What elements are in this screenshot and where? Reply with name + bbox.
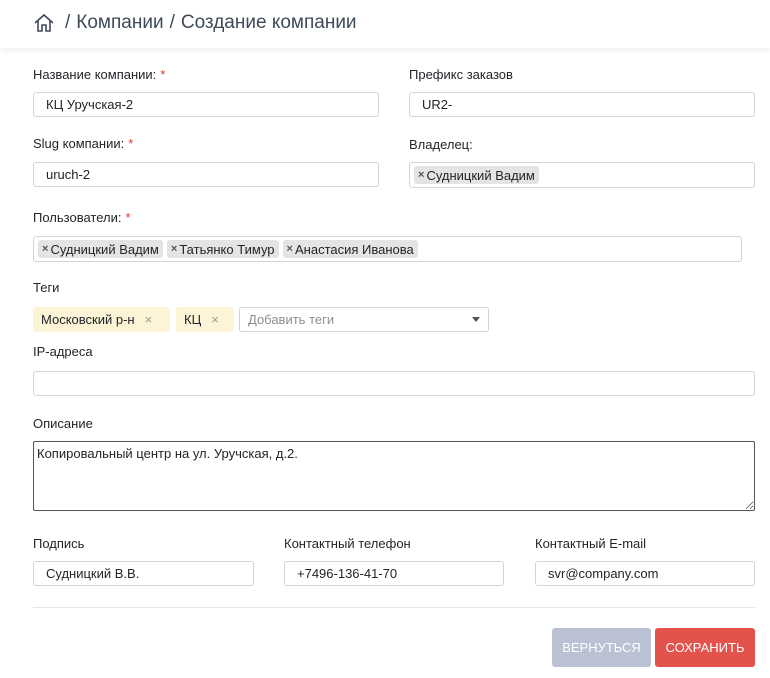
form-divider — [33, 607, 755, 608]
breadcrumb-separator: / — [65, 12, 71, 33]
chip-remove-icon[interactable]: × — [42, 243, 48, 255]
phone-label: Контактный телефон — [284, 536, 411, 551]
order-prefix-input[interactable]: UR2- — [409, 92, 755, 117]
chip-remove-icon[interactable]: × — [171, 243, 177, 255]
chip-remove-icon[interactable]: × — [418, 169, 424, 181]
phone-input[interactable]: +7496-136-41-70 — [284, 561, 504, 586]
company-name-label: Название компании: * — [33, 67, 166, 82]
ip-label: IP-адреса — [33, 344, 93, 359]
users-select[interactable]: × Судницкий Вадим × Татьянко Тимур × Ана… — [33, 236, 742, 262]
ip-input[interactable] — [33, 371, 755, 396]
company-name-input[interactable]: КЦ Уручская-2 — [33, 92, 379, 117]
user-chip: × Судницкий Вадим — [38, 240, 163, 258]
add-tags-select[interactable]: Добавить теги — [239, 307, 489, 332]
save-button[interactable]: Сохранить — [655, 628, 755, 667]
home-icon[interactable] — [33, 12, 55, 34]
tag-remove-icon[interactable]: × — [145, 312, 153, 327]
owner-label: Владелец: — [409, 137, 473, 152]
breadcrumb-separator: / — [169, 12, 175, 33]
slug-label: Slug компании: * — [33, 136, 134, 151]
users-label: Пользователи: * — [33, 210, 131, 225]
owner-select[interactable]: × Судницкий Вадим — [409, 162, 755, 188]
required-marker: * — [128, 136, 134, 151]
email-label: Контактный E-mail — [535, 536, 647, 551]
breadcrumb: / Компании / Создание компании — [33, 12, 357, 34]
breadcrumb-companies-link[interactable]: Компании — [76, 12, 163, 34]
tag-remove-icon[interactable]: × — [211, 312, 219, 327]
description-textarea[interactable] — [33, 441, 755, 511]
tag-chip: КЦ × — [176, 307, 234, 332]
back-button[interactable]: Вернуться — [552, 628, 651, 667]
breadcrumb-current: Создание компании — [180, 12, 357, 33]
tags-label: Теги — [33, 280, 60, 295]
owner-chip: × Судницкий Вадим — [414, 166, 539, 184]
chip-remove-icon[interactable]: × — [287, 243, 293, 255]
required-marker: * — [125, 210, 131, 225]
chevron-down-icon — [472, 317, 480, 322]
add-tags-placeholder: Добавить теги — [248, 312, 335, 327]
order-prefix-label: Префикс заказов — [409, 67, 513, 82]
email-input[interactable]: svr@company.com — [535, 561, 755, 586]
user-chip: × Татьянко Тимур — [166, 240, 279, 258]
description-label: Описание — [33, 416, 93, 431]
signature-input[interactable]: Судницкий В.В. — [33, 561, 254, 586]
tag-chip: Московский р-н × — [33, 307, 170, 332]
page-header: / Компании / Создание компании — [0, 0, 770, 48]
signature-label: Подпись — [33, 536, 85, 551]
required-marker: * — [160, 67, 166, 82]
slug-input[interactable]: uruch-2 — [33, 162, 379, 187]
user-chip: × Анастасия Иванова — [282, 240, 418, 258]
